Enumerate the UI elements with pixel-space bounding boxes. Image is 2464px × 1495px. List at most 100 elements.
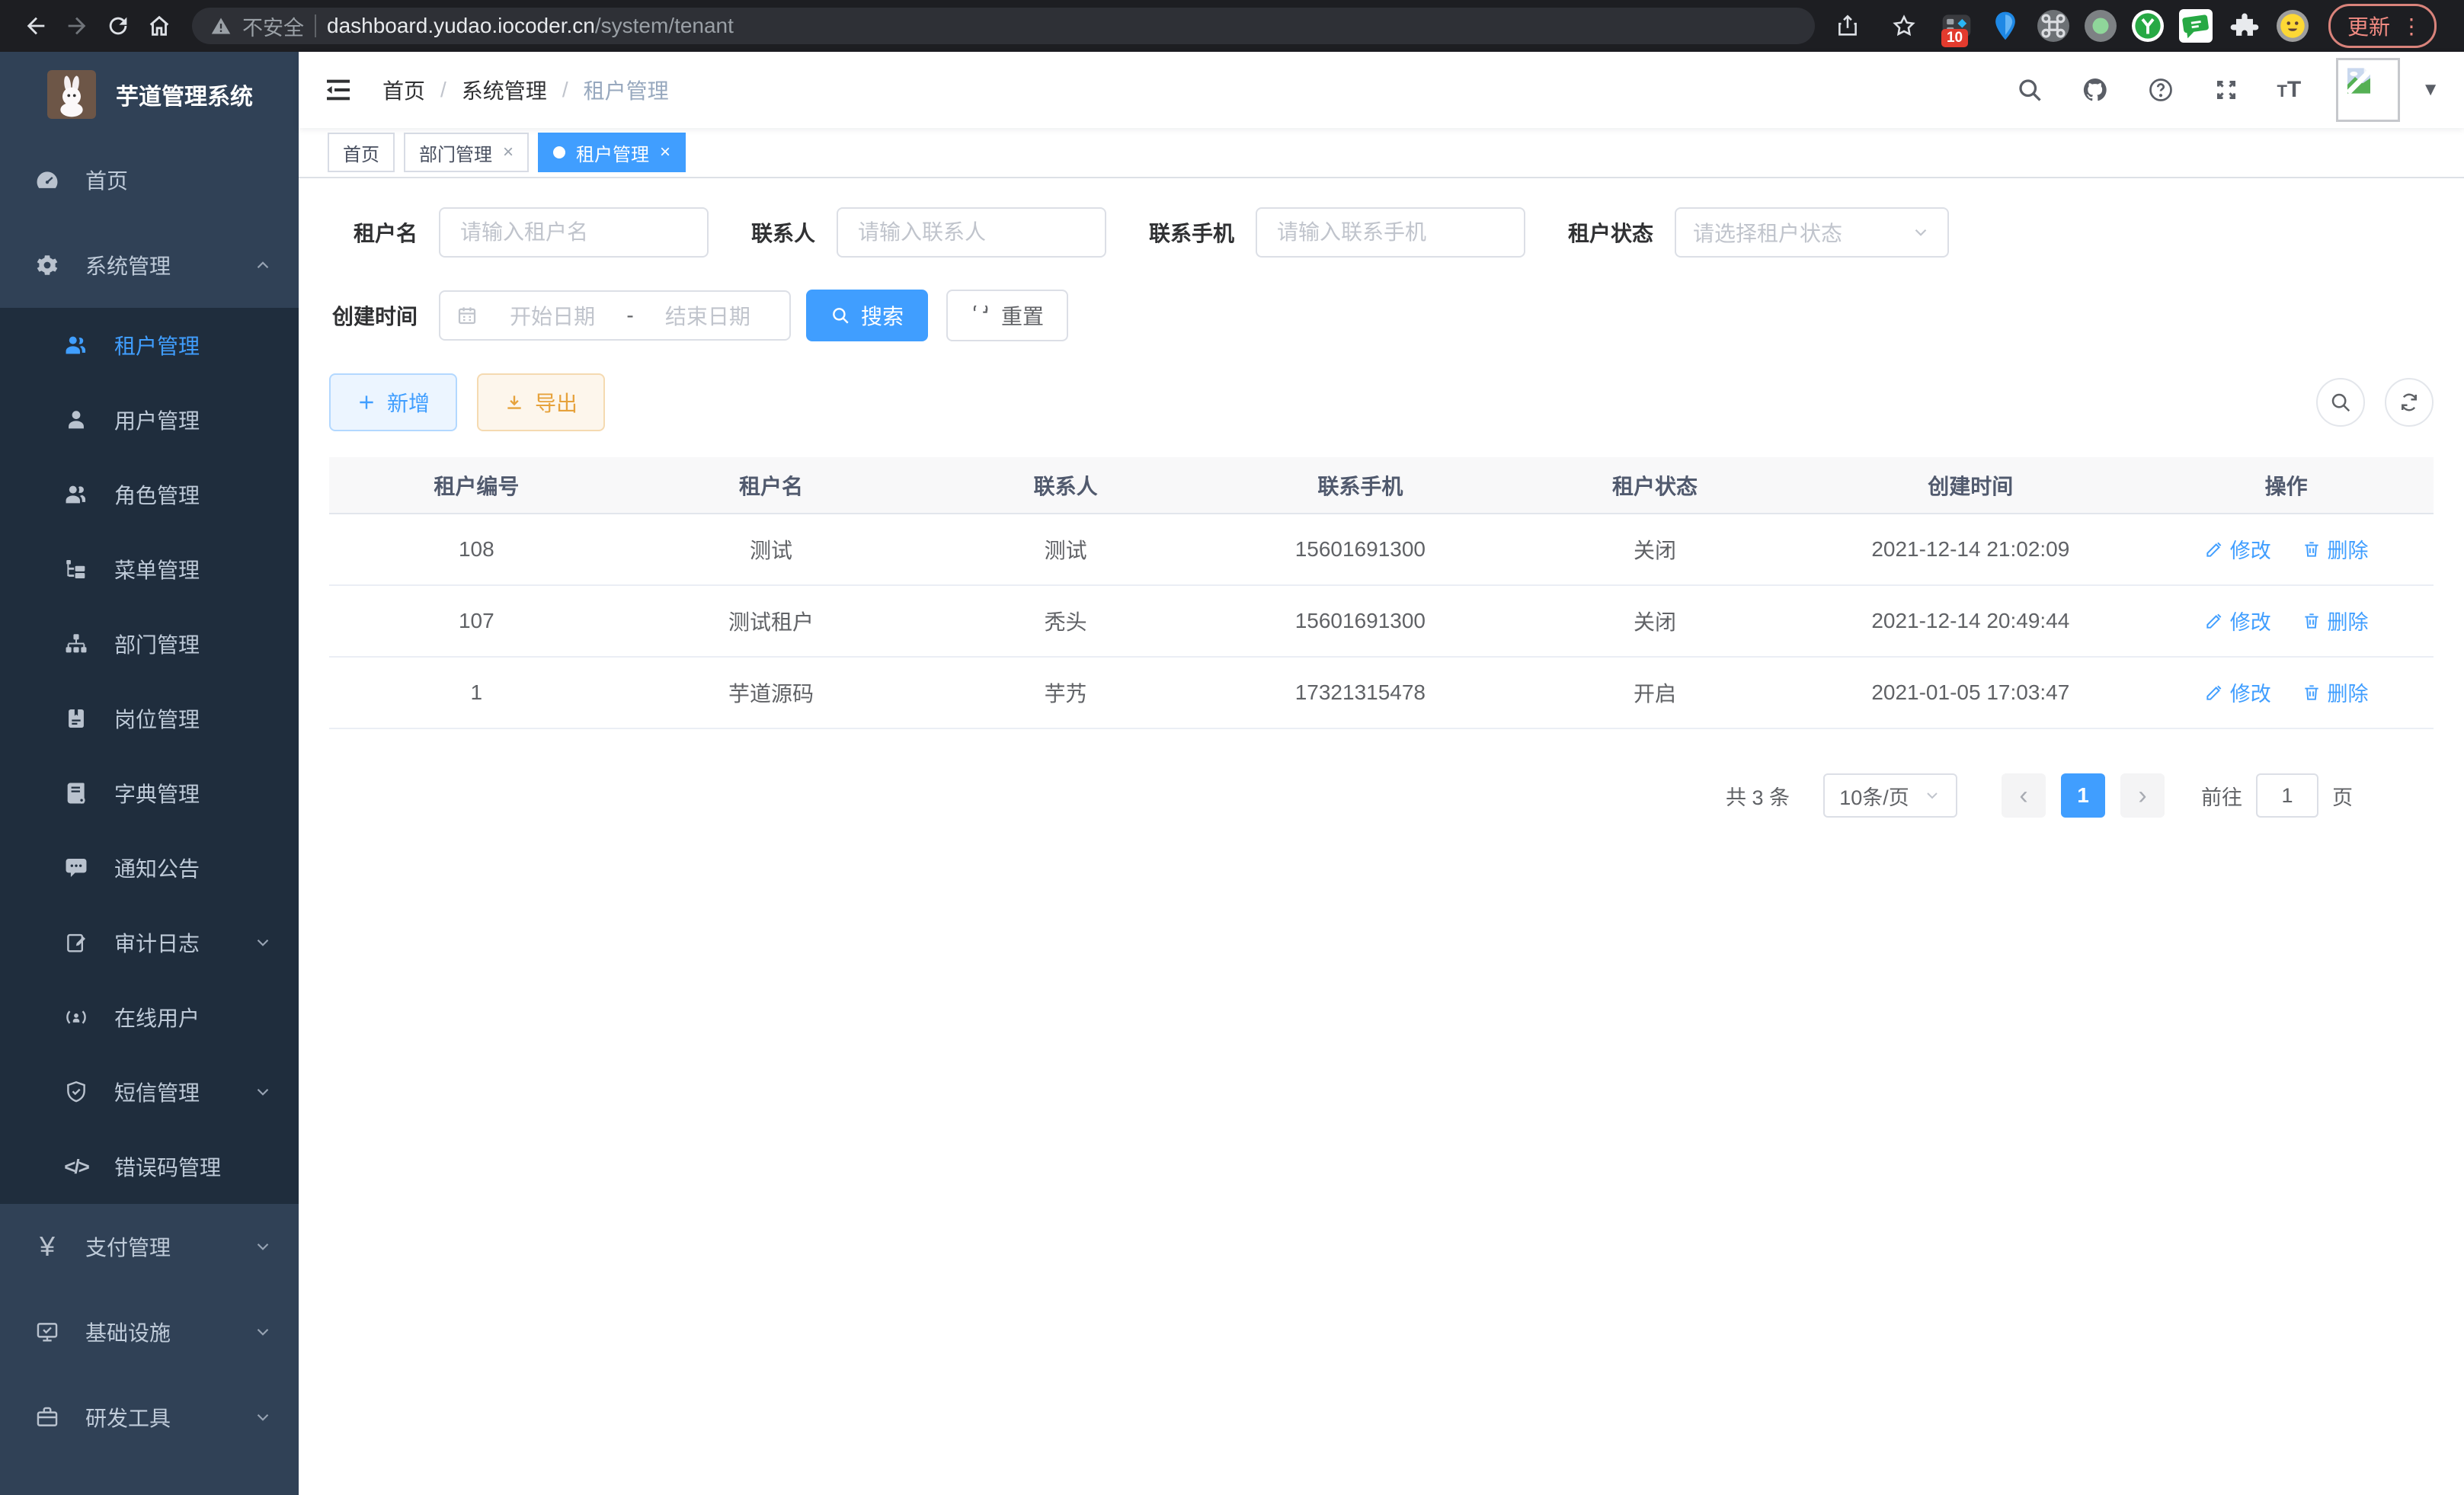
- navbar: 首页 / 系统管理 / 租户管理: [299, 52, 2464, 128]
- font-size-icon[interactable]: TT: [2277, 77, 2301, 103]
- sidebar-item-label: 租户管理: [114, 330, 200, 360]
- close-icon[interactable]: ×: [660, 142, 670, 163]
- page-1-button[interactable]: 1: [2061, 773, 2105, 818]
- goto-page-input[interactable]: [2256, 773, 2318, 818]
- sidebar-item-user[interactable]: 用户管理: [0, 383, 299, 457]
- tenant-name-label: 租户名: [329, 217, 418, 248]
- current-page-number: 1: [2077, 783, 2089, 808]
- tenant-name-group: [439, 207, 709, 258]
- delete-link[interactable]: 删除: [2302, 677, 2369, 707]
- profile-avatar-icon[interactable]: [2277, 10, 2309, 42]
- sidebar-item-errcode[interactable]: </> 错误码管理: [0, 1129, 299, 1204]
- user-avatar-broken-image[interactable]: [2336, 58, 2400, 122]
- sidebar-item-pay[interactable]: ¥ 支付管理: [0, 1204, 299, 1289]
- total-count: 共 3 条: [1726, 781, 1790, 811]
- sidebar-toggle-icon[interactable]: [323, 73, 357, 107]
- edit-link[interactable]: 修改: [2204, 677, 2271, 707]
- sidebar-item-sms[interactable]: 短信管理: [0, 1055, 299, 1129]
- refresh-table-button[interactable]: [2385, 378, 2434, 427]
- sidebar-item-dept[interactable]: 部门管理: [0, 607, 299, 681]
- bookmark-star-icon[interactable]: [1883, 5, 1925, 46]
- user-icon: [62, 406, 90, 434]
- address-bar[interactable]: 不安全 dashboard.yudao.iocoder.cn/system/te…: [192, 8, 1815, 44]
- contact-input[interactable]: [837, 207, 1106, 258]
- url-text[interactable]: dashboard.yudao.iocoder.cn/system/tenant: [327, 14, 734, 38]
- cell-contact: 秃头: [918, 585, 1213, 657]
- tab-tenant[interactable]: 租户管理 ×: [538, 133, 686, 172]
- export-button[interactable]: 导出: [477, 373, 605, 431]
- breadcrumb-system[interactable]: 系统管理: [462, 75, 547, 105]
- security-label[interactable]: 不安全: [242, 11, 304, 41]
- add-button-label: 新增: [387, 387, 430, 418]
- prev-page-button[interactable]: ‹: [2002, 773, 2046, 818]
- sidebar-item-system[interactable]: 系统管理: [0, 222, 299, 308]
- date-range-separator: -: [626, 303, 633, 328]
- url-path: /system/tenant: [595, 14, 734, 37]
- tab-dept[interactable]: 部门管理 ×: [404, 133, 529, 172]
- next-page-button[interactable]: ›: [2120, 773, 2165, 818]
- header-search-icon[interactable]: [2014, 75, 2045, 105]
- sidebar-item-label: 在线用户: [114, 1002, 200, 1032]
- extension-tabs-icon[interactable]: 10: [1940, 9, 1973, 43]
- fullscreen-icon[interactable]: [2211, 75, 2242, 105]
- browser-home-icon[interactable]: [139, 5, 180, 46]
- browser-menu-dots-icon[interactable]: ⋮: [2401, 14, 2422, 39]
- delete-link[interactable]: 删除: [2302, 534, 2369, 564]
- extensions-puzzle-icon[interactable]: [2228, 9, 2261, 43]
- status-select[interactable]: 请选择租户状态: [1675, 207, 1949, 258]
- sidebar-item-menu[interactable]: 菜单管理: [0, 532, 299, 607]
- goto-label: 前往: [2201, 781, 2242, 811]
- edit-link[interactable]: 修改: [2204, 606, 2271, 635]
- extension-kite-icon[interactable]: [1989, 9, 2022, 43]
- breadcrumb-current: 租户管理: [584, 75, 669, 105]
- cell-status: 开启: [1508, 657, 1803, 728]
- show-search-toggle-button[interactable]: [2316, 378, 2365, 427]
- browser-toolbar: 不安全 dashboard.yudao.iocoder.cn/system/te…: [0, 0, 2464, 52]
- shield-check-icon: [62, 1078, 90, 1106]
- mobile-input[interactable]: [1256, 207, 1525, 258]
- extension-y-icon[interactable]: [2132, 10, 2164, 42]
- close-icon[interactable]: ×: [503, 142, 514, 163]
- chrome-update-button[interactable]: 更新 ⋮: [2328, 4, 2437, 48]
- reset-button[interactable]: 重置: [946, 290, 1068, 341]
- sidebar-item-tenant[interactable]: 租户管理: [0, 308, 299, 383]
- extension-command-icon[interactable]: [2037, 10, 2069, 42]
- chevron-down-icon: [253, 933, 273, 952]
- sidebar-item-role[interactable]: 角色管理: [0, 457, 299, 532]
- sidebar-item-notice[interactable]: 通知公告: [0, 831, 299, 905]
- sidebar-item-home[interactable]: 首页: [0, 137, 299, 222]
- search-button[interactable]: 搜索: [806, 290, 928, 341]
- comment-icon: [62, 854, 90, 882]
- column-header-name: 租户名: [624, 457, 919, 514]
- avatar-dropdown-caret-icon[interactable]: ▼: [2421, 79, 2440, 101]
- github-icon[interactable]: [2080, 75, 2110, 105]
- sidebar-logo[interactable]: 芋道管理系统: [0, 52, 299, 137]
- sidebar-item-post[interactable]: 岗位管理: [0, 681, 299, 756]
- cell-status: 关闭: [1508, 514, 1803, 585]
- browser-reload-icon[interactable]: [98, 5, 139, 46]
- sidebar-item-dict[interactable]: 字典管理: [0, 756, 299, 831]
- sidebar-item-online-users[interactable]: 在线用户: [0, 980, 299, 1055]
- breadcrumb-separator: /: [440, 78, 446, 102]
- sidebar-item-label: 通知公告: [114, 853, 200, 883]
- sidebar-item-infra[interactable]: 基础设施: [0, 1289, 299, 1375]
- create-time-range-picker[interactable]: 开始日期 - 结束日期: [439, 290, 791, 341]
- online-signal-icon: [62, 1004, 90, 1031]
- share-icon[interactable]: [1827, 5, 1868, 46]
- gear-icon: [34, 251, 61, 279]
- help-icon[interactable]: [2146, 75, 2176, 105]
- breadcrumb-home[interactable]: 首页: [382, 75, 425, 105]
- sidebar-item-devtools[interactable]: 研发工具: [0, 1375, 299, 1460]
- browser-back-icon[interactable]: [15, 5, 56, 46]
- extension-chat-icon[interactable]: [2179, 9, 2213, 43]
- delete-link[interactable]: 删除: [2302, 606, 2369, 635]
- page-size-select[interactable]: 10条/页: [1823, 773, 1957, 818]
- tab-home[interactable]: 首页: [328, 133, 395, 172]
- add-button[interactable]: 新增: [329, 373, 457, 431]
- edit-link[interactable]: 修改: [2204, 534, 2271, 564]
- extension-record-icon[interactable]: [2085, 10, 2117, 42]
- contact-label: 联系人: [751, 217, 815, 248]
- browser-forward-icon[interactable]: [56, 5, 98, 46]
- sidebar-item-audit-log[interactable]: 审计日志: [0, 905, 299, 980]
- tenant-name-input[interactable]: [439, 207, 709, 258]
